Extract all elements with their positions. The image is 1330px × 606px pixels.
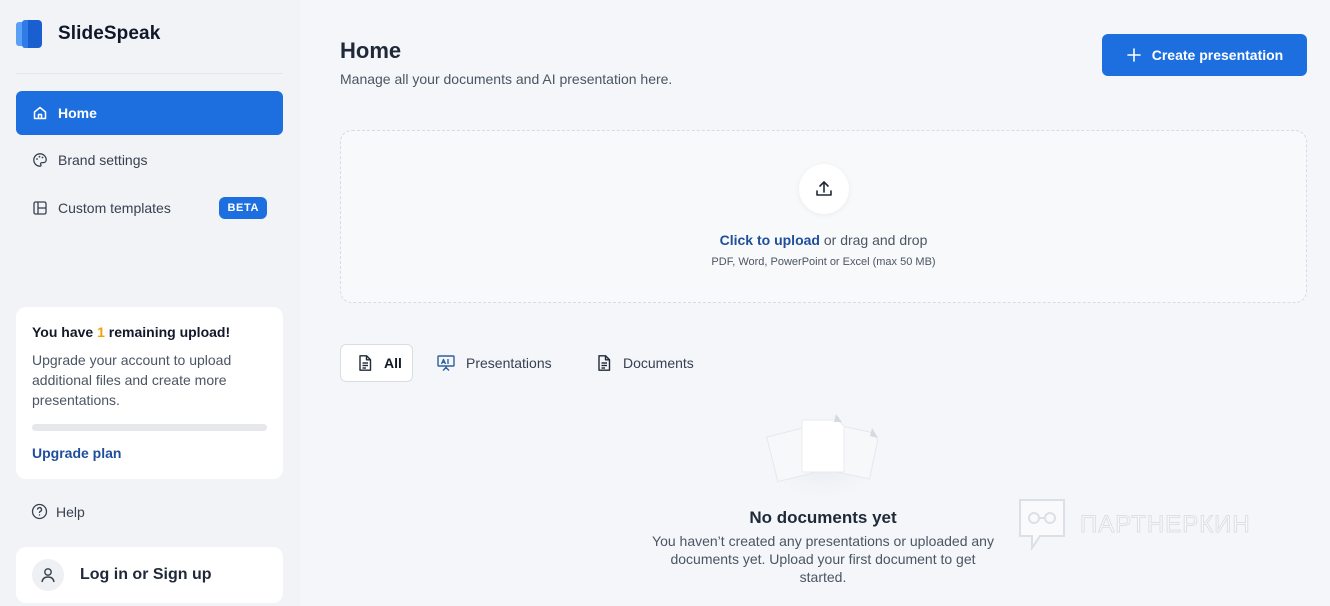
empty-state-title: No documents yet [749, 508, 897, 527]
beta-badge: BETA [219, 197, 267, 219]
remaining-count: 1 [97, 324, 105, 340]
dropzone-instruction: Click to upload or drag and drop [341, 232, 1306, 248]
remaining-uploads-title: You have 1 remaining upload! [32, 324, 267, 340]
upload-dropzone[interactable]: Click to upload or drag and drop PDF, Wo… [340, 130, 1307, 303]
title-suffix: remaining upload! [104, 324, 231, 340]
presentation-icon [436, 354, 456, 372]
drag-drop-text: or drag and drop [819, 232, 928, 248]
help-link[interactable]: Help [31, 503, 85, 520]
tab-all[interactable]: All [340, 344, 413, 382]
watermark: ПАРТНЕРКИН [1016, 496, 1251, 554]
page-title: Home [340, 38, 402, 63]
document-icon [356, 354, 374, 372]
login-signup-button[interactable]: Log in or Sign up [16, 547, 283, 603]
tab-label: Presentations [466, 355, 552, 371]
sidebar: SlideSpeak Home Brand settings Custom te… [0, 0, 300, 606]
tab-label: Documents [623, 355, 694, 371]
help-label: Help [56, 503, 85, 520]
sidebar-item-label: Brand settings [58, 152, 148, 168]
plus-icon [1126, 47, 1142, 63]
empty-documents-illustration [758, 410, 888, 502]
tab-label: All [384, 355, 402, 371]
sidebar-item-brand-settings[interactable]: Brand settings [16, 138, 283, 182]
brand[interactable]: SlideSpeak [16, 18, 160, 50]
upload-progress-bar [32, 424, 267, 431]
brand-divider [16, 73, 283, 74]
empty-state-description: You haven’t created any presentations or… [652, 533, 994, 585]
sidebar-item-label: Custom templates [58, 200, 171, 216]
slidespeak-logo-icon [16, 18, 48, 50]
title-prefix: You have [32, 324, 98, 340]
sidebar-item-custom-templates[interactable]: Custom templates BETA [16, 186, 283, 230]
user-avatar-icon [32, 559, 64, 591]
remaining-uploads-card: You have 1 remaining upload! Upgrade you… [16, 307, 283, 479]
tab-documents[interactable]: Documents [595, 344, 694, 382]
login-label: Log in or Sign up [80, 566, 212, 583]
help-icon [31, 503, 48, 520]
create-presentation-label: Create presentation [1151, 47, 1284, 63]
watermark-text: ПАРТНЕРКИН [1080, 511, 1251, 539]
upload-icon [814, 179, 834, 199]
click-to-upload-link[interactable]: Click to upload [720, 232, 820, 248]
sidebar-item-home[interactable]: Home [16, 91, 283, 135]
home-icon [32, 105, 48, 121]
create-presentation-button[interactable]: Create presentation [1102, 34, 1307, 76]
document-icon [595, 354, 613, 372]
sidebar-item-label: Home [58, 105, 97, 121]
upload-icon-wrapper [799, 164, 849, 214]
template-icon [32, 200, 48, 216]
page-subtitle: Manage all your documents and AI present… [340, 71, 673, 87]
dropzone-file-hint: PDF, Word, PowerPoint or Excel (max 50 M… [711, 256, 936, 268]
watermark-logo-icon [1016, 496, 1068, 554]
brand-name: SlideSpeak [58, 23, 161, 44]
upgrade-plan-link[interactable]: Upgrade plan [32, 445, 121, 461]
tab-presentations[interactable]: Presentations [436, 344, 552, 382]
palette-icon [32, 152, 48, 168]
upgrade-description: Upgrade your account to upload additiona… [32, 352, 232, 408]
